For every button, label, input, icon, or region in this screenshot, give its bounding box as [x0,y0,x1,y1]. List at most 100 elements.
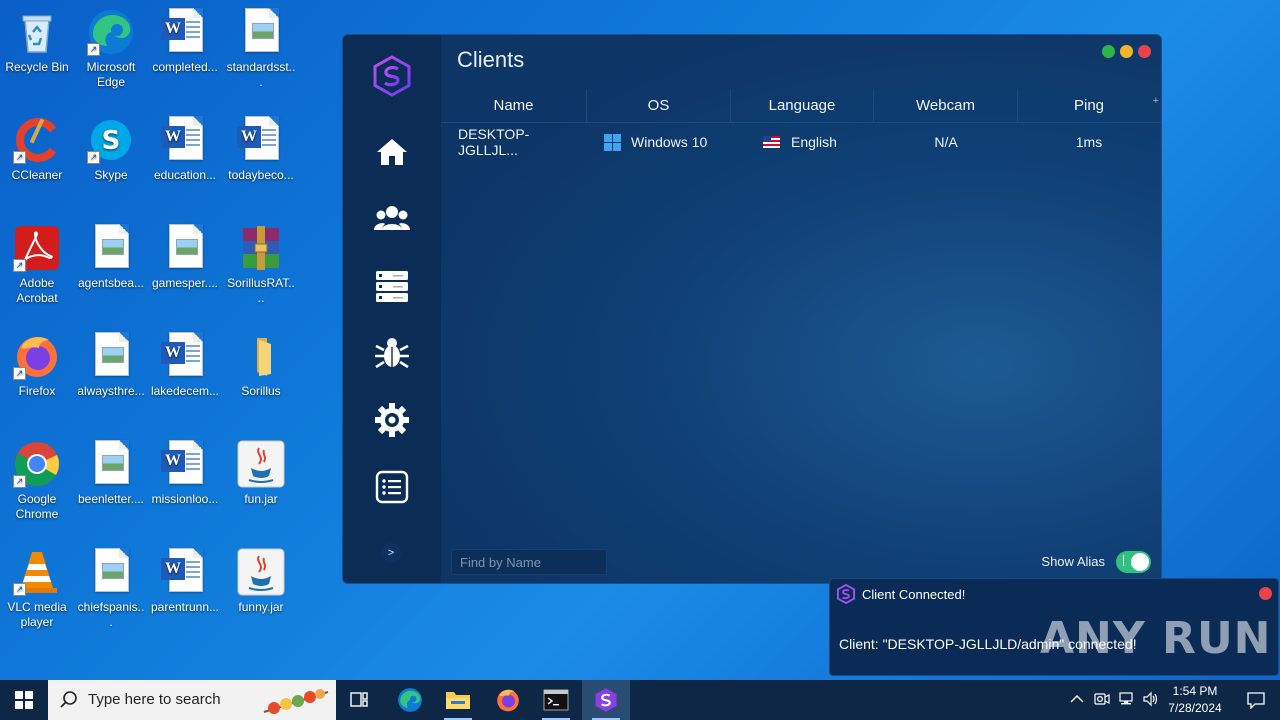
desktop-icon-google-chrome[interactable]: ↗ Google Chrome [0,440,74,522]
shortcut-arrow-icon: ↗ [13,367,26,380]
show-alias-toggle[interactable] [1116,551,1151,573]
bug-icon [375,338,409,369]
nav-logs-button[interactable] [372,467,412,507]
users-icon [374,206,410,230]
icon-label: lakedecem... [150,384,220,398]
firefox-icon [497,689,519,712]
desktop-icon-word-file[interactable]: W lakedecem... [148,332,222,399]
icon-label: todaybeco... [228,168,294,182]
icon-label: chiefspanis... [77,600,145,629]
column-header-webcam[interactable]: Webcam [874,89,1018,122]
add-column-button[interactable]: + [1153,95,1159,107]
minimize-button[interactable] [1120,45,1133,58]
terminal-icon [543,689,569,711]
clock-date: 7/28/2024 [1168,701,1222,715]
word-document-icon: W [161,440,209,488]
column-header-language[interactable]: Language [731,89,874,122]
desktop-icon-image-file[interactable]: gamesper.... [148,224,222,291]
system-tray [1070,680,1160,720]
desktop-icon-vlc[interactable]: ↗ VLC media player [0,548,74,630]
desktop-icon-recycle-bin[interactable]: Recycle Bin [0,8,74,75]
desktop-icon-winrar-archive[interactable]: SorillusRAT.... [224,224,298,306]
taskbar-firefox-button[interactable] [484,680,532,720]
expand-sidebar-button[interactable]: > [381,543,401,563]
taskbar-search-box[interactable]: Type here to search [48,680,336,720]
client-language-cell: English [731,134,874,150]
desktop-icon-image-file[interactable]: agentsbea... [74,224,148,291]
desktop-icon-skype[interactable]: S ↗ Skype [74,116,148,183]
close-button[interactable] [1138,45,1151,58]
action-center-button[interactable] [1232,680,1280,720]
meet-now-icon[interactable] [1094,691,1110,710]
desktop-icon-word-file[interactable]: W education... [148,116,222,183]
notification-close-button[interactable] [1259,587,1272,600]
client-connected-notification[interactable]: Client Connected! ANY RUN Client: "DESKT… [829,578,1279,676]
search-highlight-image-icon [260,682,332,720]
nav-settings-button[interactable] [372,400,412,440]
chevron-up-icon[interactable] [1070,693,1086,707]
taskbar-sorillus-button[interactable] [582,680,630,720]
desktop-icon-java-jar[interactable]: fun.jar [224,440,298,507]
desktop-icon-folder[interactable]: Sorillus [224,332,298,399]
start-button[interactable] [0,680,48,720]
table-row[interactable]: DESKTOP-JGLLJL... Windows 10 English N/A… [441,125,1161,159]
desktop-icon-adobe-acrobat[interactable]: ↗ Adobe Acrobat [0,224,74,306]
taskbar-terminal-button[interactable] [532,680,580,720]
desktop-icon-java-jar[interactable]: funny.jar [224,548,298,615]
column-header-name[interactable]: Name [441,89,587,122]
column-header-ping[interactable]: Ping [1018,89,1160,122]
shortcut-arrow-icon: ↗ [13,583,26,596]
shortcut-arrow-icon: ↗ [13,475,26,488]
windows-logo-icon [604,133,621,151]
shortcut-arrow-icon: ↗ [87,43,100,56]
desktop-icon-image-file[interactable]: alwaysthre... [74,332,148,399]
image-file-icon [237,8,285,56]
find-by-name-input[interactable] [451,549,607,575]
icon-label: education... [153,168,217,182]
sidebar: > [343,35,441,583]
word-document-icon: W [161,8,209,56]
skype-icon: S ↗ [87,116,135,164]
icon-label: parentrunn... [150,600,220,614]
sorillus-logo-icon [836,583,856,609]
icon-label: fun.jar [244,492,278,506]
taskbar-edge-button[interactable] [386,680,434,720]
maximize-button[interactable] [1102,45,1115,58]
shortcut-arrow-icon: ↗ [87,151,100,164]
desktop-icon-ccleaner[interactable]: ↗ CCleaner [0,116,74,183]
folder-icon [446,692,470,709]
desktop-icon-image-file[interactable]: standardsst... [224,8,298,90]
sorillus-window: > Clients Name OS Language Webcam Ping +… [342,34,1162,584]
taskbar-file-explorer-button[interactable] [434,680,482,720]
image-file-icon [161,224,209,272]
icon-label: standardsst... [226,60,296,89]
shortcut-arrow-icon: ↗ [13,151,26,164]
nav-home-button[interactable] [372,132,412,172]
nav-server-button[interactable] [372,266,412,306]
taskbar-clock[interactable]: 1:54 PM 7/28/2024 [1158,683,1232,717]
column-header-os[interactable]: OS [587,89,731,122]
desktop-icon-word-file[interactable]: W missionloo... [148,440,222,507]
word-document-icon: W [161,332,209,380]
desktop-icon-image-file[interactable]: chiefspanis... [74,548,148,630]
notification-title: Client Connected! [862,587,966,602]
gear-icon [375,403,409,437]
desktop-icon-word-file[interactable]: W completed... [148,8,222,75]
desktop-icon-firefox[interactable]: ↗ Firefox [0,332,74,399]
image-file-icon [87,224,135,272]
edge-icon: ↗ [87,8,135,56]
desktop-icon-image-file[interactable]: beenletter.... [74,440,148,507]
task-view-button[interactable] [336,680,384,720]
java-jar-icon [237,548,285,596]
folder-icon [237,332,285,380]
desktop-icon-word-file[interactable]: W parentrunn... [148,548,222,615]
desktop-icon-word-file[interactable]: W todaybeco... [224,116,298,183]
desktop-icon-microsoft-edge[interactable]: ↗ Microsoft Edge [74,8,148,90]
network-icon[interactable] [1118,691,1134,710]
icon-label: Adobe Acrobat [16,276,58,305]
vlc-cone-icon: ↗ [13,548,61,596]
nav-clients-button[interactable] [372,199,412,239]
icon-label: SorillusRAT.... [227,276,295,305]
nav-builder-button[interactable] [372,333,412,373]
icon-label: alwaysthre... [77,384,145,398]
